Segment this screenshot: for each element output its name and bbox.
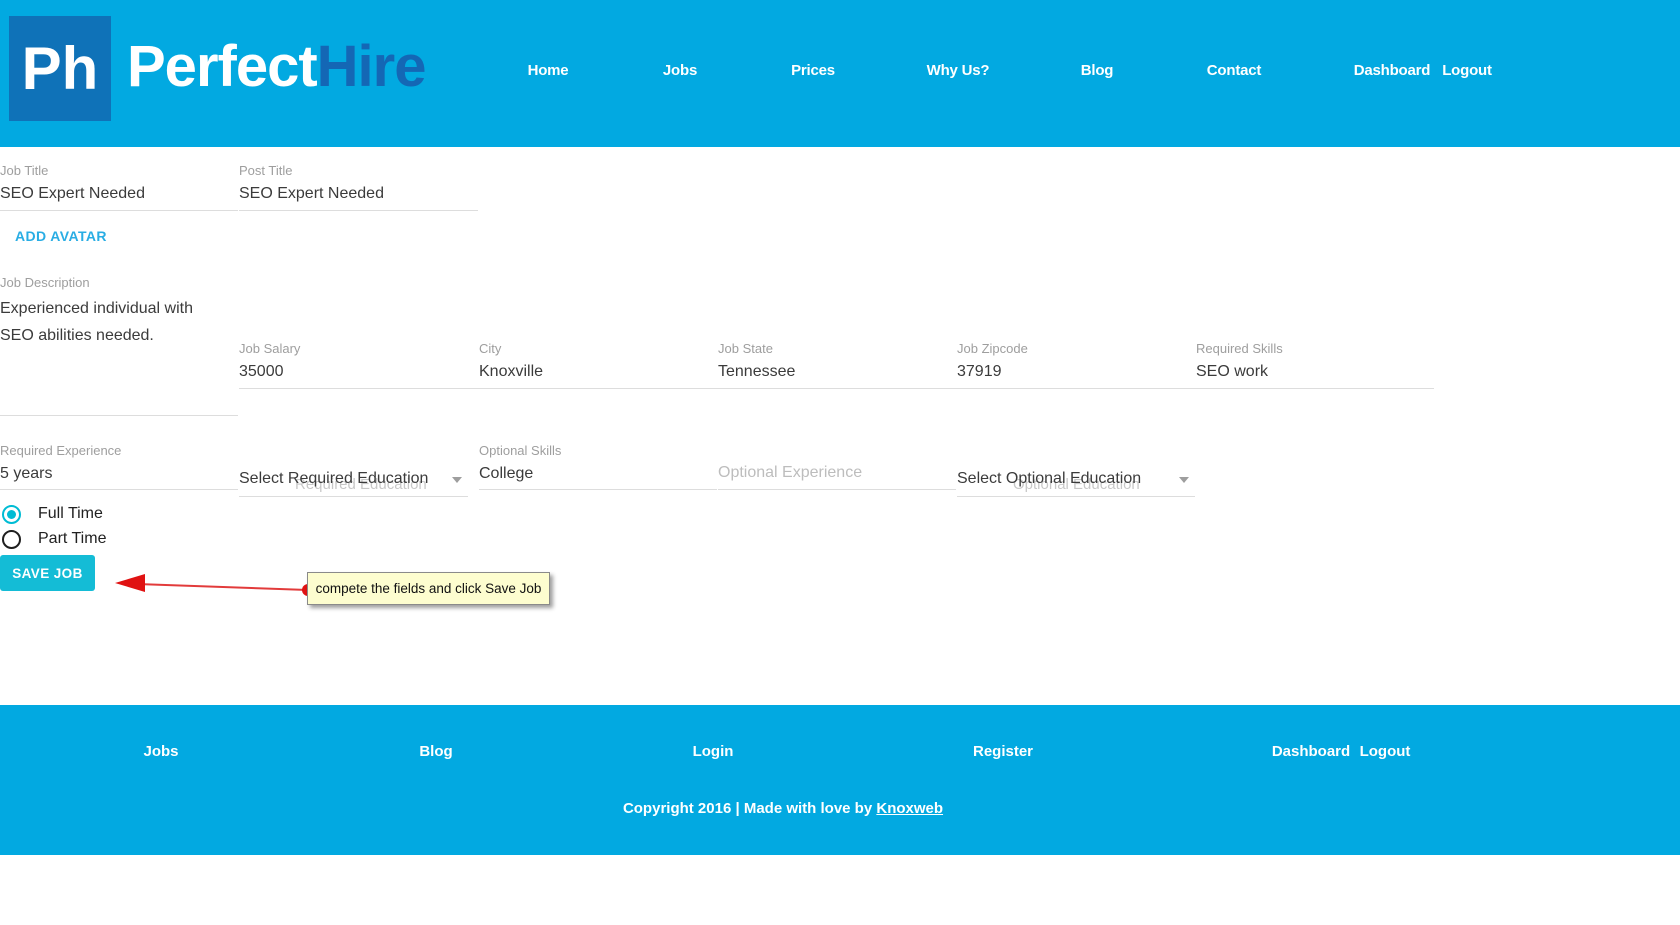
- job-zipcode-field[interactable]: Job Zipcode 37919: [957, 341, 1196, 389]
- nav-item-contact[interactable]: Contact: [1207, 62, 1262, 79]
- radio-full-time[interactable]: Full Time: [2, 505, 142, 527]
- footer-link-register[interactable]: Register: [973, 743, 1033, 760]
- nav-item-why-us[interactable]: Why Us?: [927, 62, 990, 79]
- add-avatar-button[interactable]: ADD AVATAR: [15, 228, 107, 244]
- nav-item-dashboard[interactable]: Dashboard: [1354, 62, 1431, 79]
- post-title-field[interactable]: Post Title SEO Expert Needed: [239, 163, 478, 211]
- optional-skills-label: Optional Skills: [479, 443, 562, 458]
- nav-item-jobs[interactable]: Jobs: [663, 62, 697, 79]
- footer-link-login[interactable]: Login: [693, 743, 734, 760]
- brand-logo[interactable]: PerfectHire: [127, 33, 427, 100]
- logo-badge[interactable]: Ph: [9, 16, 111, 121]
- nav-item-prices[interactable]: Prices: [791, 62, 835, 79]
- required-experience-value[interactable]: 5 years: [0, 465, 52, 483]
- post-title-value[interactable]: SEO Expert Needed: [239, 185, 384, 203]
- annotation-arrow: [115, 574, 314, 596]
- city-field[interactable]: City Knoxville: [479, 341, 718, 389]
- job-zipcode-value[interactable]: 37919: [957, 363, 1002, 381]
- optional-experience-placeholder[interactable]: Optional Experience: [718, 464, 862, 482]
- header: Ph PerfectHire Home Jobs Prices Why Us? …: [0, 0, 1680, 147]
- required-experience-field[interactable]: Required Experience 5 years: [0, 443, 238, 490]
- radio-full-time-label: Full Time: [38, 505, 103, 522]
- copyright-text: Copyright 2016 | Made with love by Knoxw…: [0, 800, 1566, 817]
- nav-item-home[interactable]: Home: [528, 62, 569, 79]
- required-skills-value[interactable]: SEO work: [1196, 363, 1268, 381]
- footer-link-blog[interactable]: Blog: [419, 743, 452, 760]
- nav-item-blog[interactable]: Blog: [1081, 62, 1114, 79]
- optional-skills-field[interactable]: Optional Skills College: [479, 443, 717, 490]
- job-state-field[interactable]: Job State Tennessee: [718, 341, 957, 389]
- job-title-value[interactable]: SEO Expert Needed: [0, 185, 145, 203]
- footer: Jobs Blog Login Register Dashboard Logou…: [0, 705, 1680, 855]
- optional-skills-value[interactable]: College: [479, 465, 533, 483]
- job-zipcode-label: Job Zipcode: [957, 341, 1028, 356]
- brand-primary: Perfect: [127, 34, 318, 99]
- required-education-select[interactable]: Required Education Select Required Educa…: [239, 443, 468, 497]
- city-value[interactable]: Knoxville: [479, 363, 543, 381]
- chevron-down-icon: [452, 477, 462, 483]
- job-state-value[interactable]: Tennessee: [718, 363, 795, 381]
- radio-part-time[interactable]: Part Time: [2, 530, 142, 552]
- job-salary-value[interactable]: 35000: [239, 363, 284, 381]
- footer-link-dashboard[interactable]: Dashboard: [1272, 743, 1350, 760]
- radio-unselected-icon[interactable]: [2, 530, 21, 549]
- job-description-label: Job Description: [0, 275, 90, 290]
- brand-secondary: Hire: [316, 34, 427, 99]
- radio-selected-icon[interactable]: [2, 505, 21, 524]
- copyright-prefix: Copyright 2016 | Made with love by: [622, 800, 877, 817]
- job-salary-field[interactable]: Job Salary 35000: [239, 341, 479, 389]
- required-skills-field[interactable]: Required Skills SEO work: [1196, 341, 1434, 389]
- optional-education-value[interactable]: Select Optional Education: [957, 470, 1141, 488]
- footer-link-logout[interactable]: Logout: [1360, 743, 1411, 760]
- nav-item-logout[interactable]: Logout: [1442, 62, 1492, 79]
- optional-education-select[interactable]: Optional Education Select Optional Educa…: [957, 443, 1195, 497]
- knoxweb-link[interactable]: Knoxweb: [876, 800, 943, 817]
- chevron-down-icon: [1179, 477, 1189, 483]
- save-job-button[interactable]: SAVE JOB: [0, 555, 95, 591]
- job-description-field[interactable]: Job Description Experienced individual w…: [0, 275, 238, 416]
- city-label: City: [479, 341, 502, 356]
- post-title-label: Post Title: [239, 163, 293, 178]
- required-skills-label: Required Skills: [1196, 341, 1283, 356]
- job-title-label: Job Title: [0, 163, 49, 178]
- job-description-value[interactable]: Experienced individual with SEO abilitie…: [0, 295, 222, 349]
- required-experience-label: Required Experience: [0, 443, 122, 458]
- footer-link-jobs[interactable]: Jobs: [143, 743, 178, 760]
- required-education-value[interactable]: Select Required Education: [239, 470, 428, 488]
- job-title-field[interactable]: Job Title SEO Expert Needed: [0, 163, 238, 211]
- optional-experience-field[interactable]: Optional Experience: [718, 443, 956, 490]
- annotation-tooltip: compete the fields and click Save Job: [307, 572, 550, 605]
- radio-part-time-label: Part Time: [38, 530, 107, 547]
- job-state-label: Job State: [718, 341, 773, 356]
- job-salary-label: Job Salary: [239, 341, 301, 356]
